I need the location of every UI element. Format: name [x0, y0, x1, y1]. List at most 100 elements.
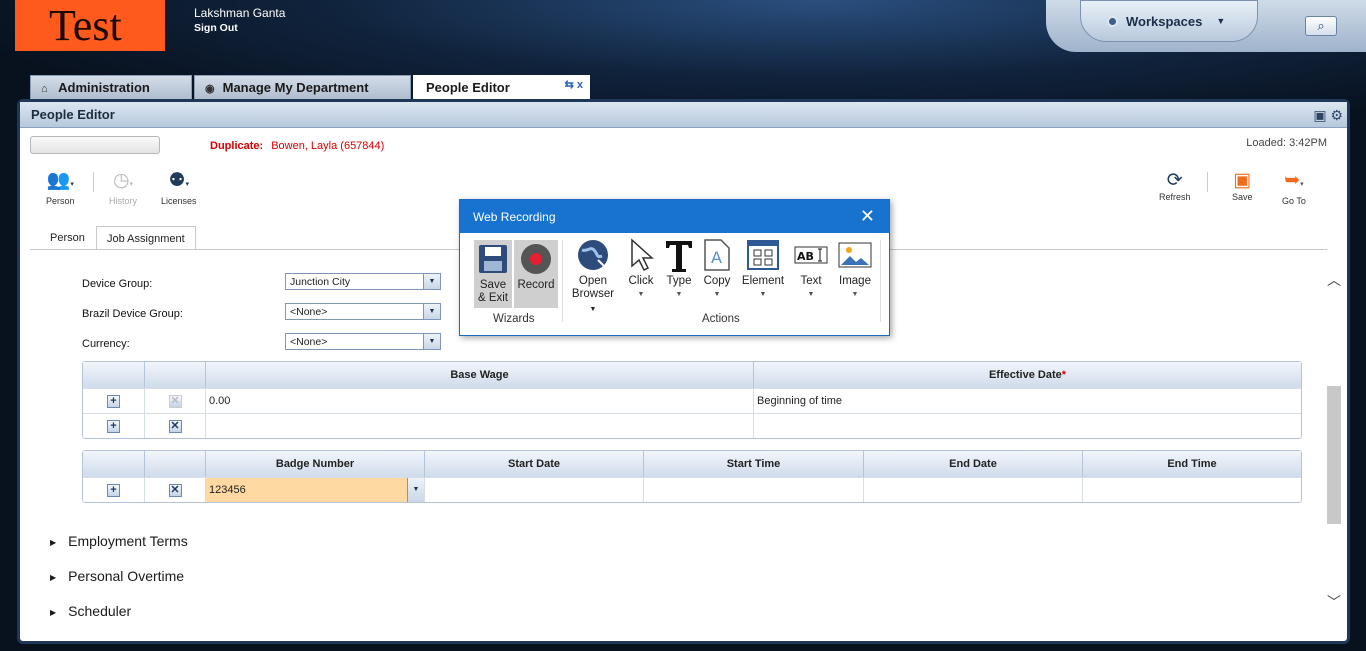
goto-button[interactable]: ➥▾ Go To: [1282, 170, 1306, 206]
gear-icon[interactable]: ⚙: [1330, 107, 1343, 123]
end-time-cell[interactable]: [1083, 478, 1301, 502]
start-time-cell[interactable]: [644, 478, 864, 502]
web-recording-dialog: Web Recording ✕ Save & Exit Record Open Br…: [459, 199, 890, 336]
base-wage-cell[interactable]: [206, 414, 754, 438]
refresh-label: Refresh: [1159, 192, 1191, 202]
header-end-date[interactable]: End Date: [864, 451, 1083, 477]
user-name: Lakshman Ganta: [194, 6, 286, 20]
open-browser-button[interactable]: Open Browser ▼: [568, 238, 618, 316]
expand-icon: ▶: [50, 572, 57, 582]
base-wage-grid: Base Wage Effective Date * + ✕ 0.00 Begin…: [82, 361, 1302, 439]
add-row-button[interactable]: +: [107, 483, 120, 497]
currency-select[interactable]: <None> ▼: [285, 333, 441, 350]
people-icon: 👥▾: [46, 170, 74, 191]
effective-date-cell[interactable]: [754, 414, 1301, 438]
header-badge-number[interactable]: Badge Number: [206, 451, 425, 477]
table-row: + ✕ 0.00 Beginning of time: [83, 388, 1301, 413]
history-label: History: [109, 196, 138, 206]
chevron-down-icon: ▼: [589, 306, 597, 313]
dropdown-arrow-icon[interactable]: ▼: [423, 274, 440, 289]
grid-header: Base Wage Effective Date *: [83, 362, 1301, 388]
subtab-person[interactable]: Person: [40, 226, 95, 250]
scroll-down-icon[interactable]: ﹀: [1326, 592, 1342, 612]
record-icon: [521, 244, 551, 274]
dropdown-arrow-icon[interactable]: ▼: [423, 304, 440, 319]
end-date-cell[interactable]: [864, 478, 1083, 502]
chevron-down-icon: ▼: [759, 291, 767, 298]
header-end-time[interactable]: End Time: [1083, 451, 1301, 477]
currency-label: Currency:: [82, 338, 130, 350]
record-button[interactable]: Record: [514, 240, 558, 308]
toolbar-separator: [93, 172, 94, 192]
chevron-down-icon: ▼: [807, 291, 815, 298]
click-button[interactable]: Click ▼: [624, 238, 658, 301]
refresh-tab-icon[interactable]: ⇆: [565, 79, 574, 91]
workspace-icon: [1107, 15, 1118, 27]
delete-row-button[interactable]: ✕: [168, 483, 182, 497]
globe-icon: [578, 240, 608, 270]
history-button[interactable]: ◷▾ History: [109, 170, 137, 206]
licenses-label: Licenses: [161, 196, 197, 206]
chevron-down-icon: ▼: [637, 291, 645, 298]
dropdown-arrow-icon[interactable]: ▼: [407, 478, 424, 502]
add-row-button[interactable]: +: [107, 419, 120, 433]
logo: Test: [15, 0, 165, 51]
tab-administration[interactable]: ⌂ Administration: [30, 75, 192, 100]
base-wage-cell[interactable]: 0.00: [206, 389, 754, 413]
expand-icon: ▶: [50, 537, 57, 547]
type-button[interactable]: Type ▼: [664, 238, 694, 301]
workspaces-button[interactable]: Workspaces ▼: [1080, 0, 1258, 42]
save-button[interactable]: ▣ Save: [1232, 170, 1253, 202]
duplicate-value[interactable]: Bowen, Layla (657844): [271, 140, 384, 152]
effective-date-cell[interactable]: Beginning of time: [754, 389, 1301, 413]
image-icon: [838, 242, 872, 268]
scroll-thumb[interactable]: [1327, 386, 1341, 524]
person-search-box[interactable]: [30, 136, 160, 154]
badge-number-input[interactable]: 123456 ▼: [206, 478, 425, 502]
floppy-disk-icon: [479, 245, 507, 273]
start-date-cell[interactable]: [425, 478, 644, 502]
header-start-date[interactable]: Start Date: [425, 451, 644, 477]
panel-title: People Editor: [20, 102, 1347, 128]
section-employment-terms[interactable]: ▶ Employment Terms: [50, 533, 188, 549]
delete-row-button[interactable]: ✕: [168, 419, 182, 433]
tab-controls[interactable]: ⇆ x: [565, 78, 583, 91]
section-personal-overtime[interactable]: ▶ Personal Overtime: [50, 568, 184, 584]
copy-button[interactable]: A Copy ▼: [700, 238, 734, 301]
save-exit-button[interactable]: Save & Exit: [474, 240, 512, 308]
dropdown-arrow-icon[interactable]: ▼: [423, 334, 440, 349]
loaded-time: Loaded: 3:42PM: [1246, 137, 1327, 149]
device-group-value: Junction City: [290, 276, 351, 288]
tab-manage-my-department[interactable]: ◉ Manage My Department: [194, 75, 411, 100]
header-start-time[interactable]: Start Time: [644, 451, 864, 477]
maximize-icon[interactable]: ▣: [1313, 107, 1326, 123]
badge-grid: Badge Number Start Date Start Time End D…: [82, 450, 1302, 503]
sign-out-link[interactable]: Sign Out: [194, 22, 285, 34]
image-button[interactable]: Image ▼: [834, 238, 876, 301]
save-label: Save: [1232, 192, 1253, 202]
brazil-device-group-label: Brazil Device Group:: [82, 308, 183, 320]
person-label: Person: [46, 196, 75, 206]
licenses-icon: ⚉▾: [168, 170, 190, 191]
text-button[interactable]: AB Text ▼: [792, 238, 830, 301]
person-button[interactable]: 👥▾ Person: [46, 170, 75, 206]
brazil-device-group-select[interactable]: <None> ▼: [285, 303, 441, 320]
user-info: Lakshman Ganta Sign Out: [194, 6, 285, 34]
subtab-job-assignment[interactable]: Job Assignment: [96, 226, 196, 250]
device-group-select[interactable]: Junction City ▼: [285, 273, 441, 290]
delete-row-button[interactable]: ✕: [168, 394, 182, 408]
licenses-button[interactable]: ⚉▾ Licenses: [161, 170, 197, 206]
refresh-button[interactable]: ⟳ Refresh: [1159, 170, 1191, 202]
close-icon[interactable]: ✕: [860, 206, 875, 227]
element-button[interactable]: Element ▼: [740, 238, 786, 301]
scroll-up-icon[interactable]: ︿: [1326, 270, 1342, 290]
section-scheduler[interactable]: ▶ Scheduler: [50, 603, 131, 619]
header-effective-date[interactable]: Effective Date *: [754, 362, 1301, 388]
vertical-scrollbar[interactable]: ︿ ﹀: [1326, 262, 1342, 612]
header-base-wage[interactable]: Base Wage: [206, 362, 754, 388]
tab-people-editor[interactable]: People Editor ⇆ x: [413, 75, 590, 102]
add-row-button[interactable]: +: [107, 394, 120, 408]
search-button[interactable]: ⌕: [1305, 16, 1337, 36]
group-separator: [562, 240, 563, 322]
close-tab-icon[interactable]: x: [577, 79, 583, 91]
